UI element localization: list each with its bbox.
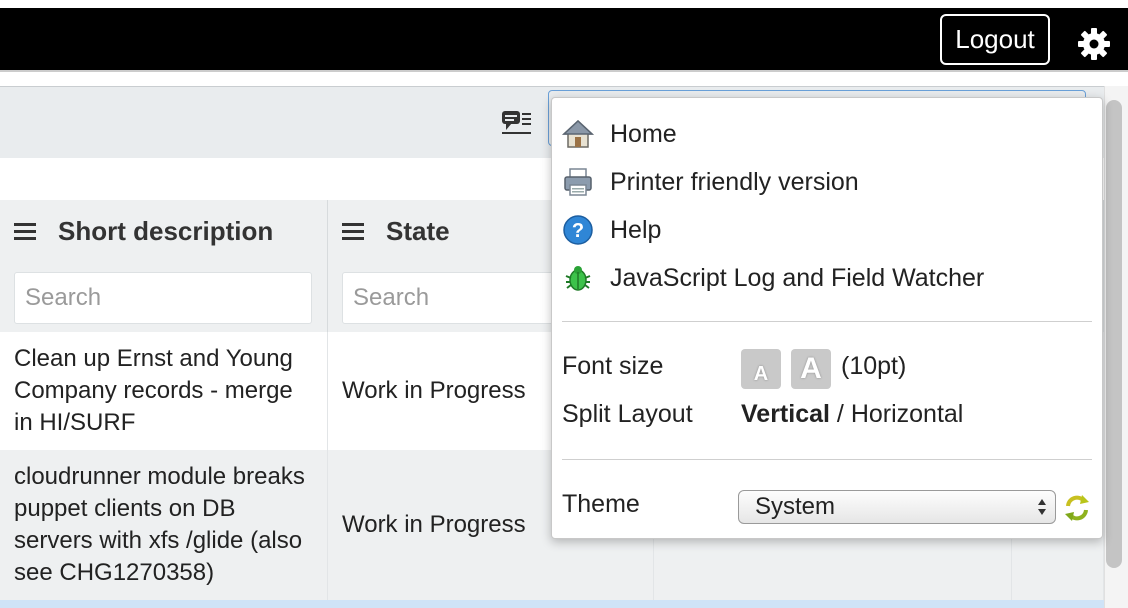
split-layout-horizontal-option[interactable]: Horizontal (851, 400, 964, 428)
column-title[interactable]: State (386, 216, 450, 247)
short-description-cell[interactable]: cloudrunner module breaks puppet clients… (0, 450, 328, 600)
selected-table-row[interactable] (0, 600, 1104, 608)
split-layout-options: Vertical / Horizontal (741, 400, 963, 429)
menu-item-help[interactable]: ? Help (560, 208, 1080, 252)
home-icon (560, 116, 596, 152)
font-size-label: Font size (562, 352, 664, 380)
menu-item-label: Home (610, 119, 677, 148)
refresh-theme-icon[interactable] (1062, 492, 1092, 524)
theme-select-value: System (755, 493, 836, 520)
bug-icon (560, 260, 596, 296)
menu-item-printer-friendly-version[interactable]: Printer friendly version (560, 160, 1080, 204)
menu-item-label: Printer friendly version (610, 167, 859, 196)
scrollbar-thumb[interactable] (1106, 100, 1122, 568)
column-header-state-label[interactable]: State (342, 216, 450, 247)
theme-label: Theme (562, 490, 640, 518)
column-title[interactable]: Short description (58, 216, 273, 247)
font-size-value: (10pt) (841, 352, 907, 380)
theme-select[interactable]: System (738, 490, 1056, 524)
menu-item-javascript-log[interactable]: JavaScript Log and Field Watcher (560, 256, 1080, 300)
activity-stream-icon[interactable] (500, 108, 532, 138)
column-menu-icon[interactable] (14, 222, 36, 241)
menu-divider (562, 459, 1092, 460)
short-description-search-input[interactable] (14, 272, 312, 324)
help-icon: ? (560, 212, 596, 248)
column-menu-icon[interactable] (342, 222, 364, 241)
column-header-short-description-label[interactable]: Short description (14, 216, 273, 247)
menu-item-home[interactable]: Home (560, 112, 1080, 156)
split-layout-vertical-option[interactable]: Vertical (741, 400, 830, 428)
settings-dropdown-menu: Home Printer friendly version ? Help Jav… (551, 97, 1103, 539)
gear-icon[interactable] (1076, 26, 1112, 62)
printer-icon (560, 164, 596, 200)
logout-button[interactable]: Logout (940, 14, 1050, 65)
select-arrows-icon (1038, 499, 1046, 515)
short-description-cell[interactable]: Clean up Ernst and Young Company records… (0, 332, 328, 450)
column-header-short-description: Short description (0, 200, 328, 332)
menu-divider (562, 321, 1092, 322)
decrease-font-button[interactable]: A (741, 349, 781, 389)
split-layout-separator: / (836, 400, 844, 428)
split-layout-label: Split Layout (562, 400, 693, 428)
increase-font-button[interactable]: A (791, 349, 831, 389)
menu-item-label: JavaScript Log and Field Watcher (610, 263, 985, 292)
header-top-edge (0, 0, 1128, 8)
menu-item-label: Help (610, 215, 662, 244)
svg-text:?: ? (572, 220, 584, 242)
